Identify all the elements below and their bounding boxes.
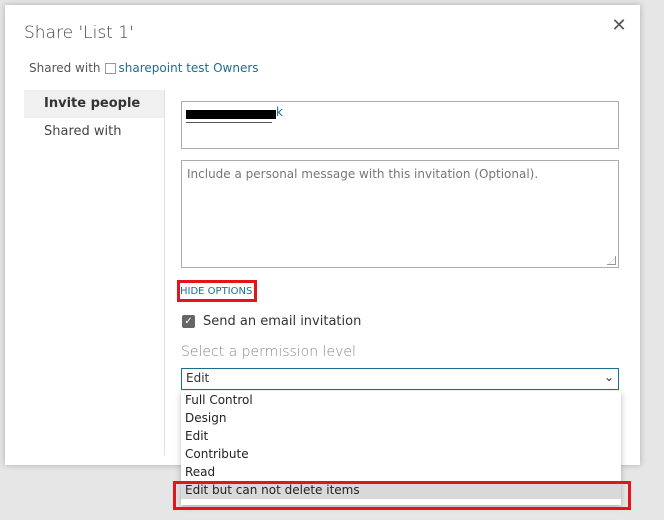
dialog-title: Share 'List 1': [24, 23, 134, 43]
resize-grip-icon[interactable]: [607, 256, 616, 265]
people-value-tail: k: [276, 105, 283, 119]
send-email-row[interactable]: ✓ Send an email invitation: [182, 314, 361, 329]
dropdown-option[interactable]: Read: [181, 463, 621, 481]
dropdown-option[interactable]: Edit: [181, 427, 621, 445]
permission-selected-value: Edit: [186, 371, 210, 385]
people-picker-input[interactable]: k: [181, 101, 619, 149]
message-textarea[interactable]: Include a personal message with this inv…: [181, 160, 619, 268]
shared-with-line: Shared with sharepoint test Owners: [29, 61, 259, 75]
message-placeholder: Include a personal message with this inv…: [187, 167, 539, 181]
permission-select[interactable]: Edit ⌄: [181, 368, 619, 390]
dropdown-option[interactable]: Design: [181, 409, 621, 427]
redacted-underline: [186, 122, 272, 123]
close-icon[interactable]: ✕: [608, 15, 630, 37]
send-email-label: Send an email invitation: [203, 314, 362, 329]
annotation-highlight-hide-options: [177, 280, 257, 302]
dropdown-option[interactable]: Full Control: [181, 391, 621, 409]
send-email-checkbox[interactable]: ✓: [182, 315, 195, 328]
redacted-name: [186, 110, 276, 119]
annotation-highlight-option: [173, 481, 631, 510]
chevron-down-icon: ⌄: [603, 370, 614, 384]
group-icon: [104, 62, 116, 74]
shared-with-link[interactable]: sharepoint test Owners: [119, 61, 259, 75]
nav-item-invite-people[interactable]: Invite people: [24, 90, 164, 118]
shared-with-label: Shared with: [29, 61, 101, 75]
share-nav: Invite people Shared with: [24, 90, 165, 455]
dropdown-option[interactable]: Contribute: [181, 445, 621, 463]
permission-level-label: Select a permission level: [181, 344, 356, 360]
nav-item-shared-with[interactable]: Shared with: [24, 118, 164, 146]
